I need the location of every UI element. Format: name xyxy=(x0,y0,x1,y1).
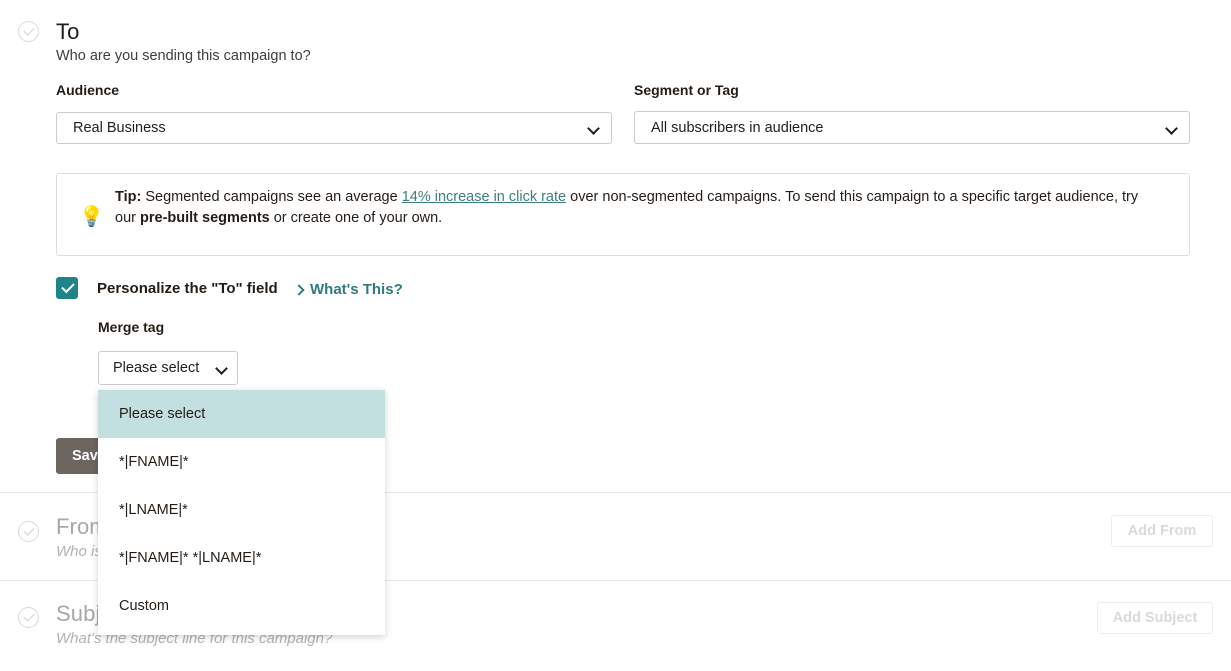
merge-tag-select-value: Please select xyxy=(113,360,200,376)
chevron-right-icon xyxy=(295,286,303,294)
dropdown-option[interactable]: Custom xyxy=(98,582,385,630)
segment-select-value: All subscribers in audience xyxy=(651,119,824,136)
section-subtitle-to: Who are you sending this campaign to? xyxy=(56,48,311,64)
dropdown-option[interactable]: *|LNAME|* xyxy=(98,486,385,534)
audience-label: Audience xyxy=(56,82,120,98)
add-subject-button[interactable]: Add Subject xyxy=(1097,602,1213,634)
lightbulb-icon: 💡 xyxy=(79,206,104,228)
tip-bold-segments: pre-built segments xyxy=(140,210,270,226)
personalize-checkbox[interactable] xyxy=(56,277,78,299)
dropdown-option[interactable]: Please select xyxy=(98,390,385,438)
merge-tag-dropdown: Please select *|FNAME|* *|LNAME|* *|FNAM… xyxy=(98,390,385,635)
dropdown-option[interactable]: *|FNAME|* xyxy=(98,438,385,486)
audience-select-value: Real Business xyxy=(73,120,166,136)
chevron-down-icon xyxy=(217,363,227,373)
audience-select[interactable]: Real Business xyxy=(56,112,612,144)
merge-tag-label: Merge tag xyxy=(98,319,165,335)
whats-this-label: What's This? xyxy=(310,281,403,298)
personalize-label: Personalize the "To" field xyxy=(97,280,278,297)
whats-this-link[interactable]: What's This? xyxy=(295,281,403,298)
section-title-to: To xyxy=(56,19,80,44)
add-from-button[interactable]: Add From xyxy=(1111,515,1213,547)
campaign-setup-page: To Who are you sending this campaign to?… xyxy=(0,0,1231,671)
segment-select[interactable]: All subscribers in audience xyxy=(634,111,1190,144)
dropdown-option[interactable]: *|FNAME|* *|LNAME|* xyxy=(98,534,385,582)
check-circle-icon xyxy=(18,521,39,542)
chevron-down-icon xyxy=(1167,123,1177,133)
tip-link[interactable]: 14% increase in click rate xyxy=(402,189,566,205)
tip-prefix: Tip: xyxy=(115,189,142,205)
tip-text: Tip: Segmented campaigns see an average … xyxy=(115,187,1145,229)
check-circle-icon xyxy=(18,21,39,42)
segment-label: Segment or Tag xyxy=(634,82,739,98)
chevron-down-icon xyxy=(589,123,599,133)
check-circle-icon xyxy=(18,607,39,628)
tip-text-before-link: Segmented campaigns see an average xyxy=(141,189,402,205)
merge-tag-select[interactable]: Please select xyxy=(98,351,238,385)
tip-text-end: or create one of your own. xyxy=(269,210,443,226)
tip-banner: 💡 Tip: Segmented campaigns see an averag… xyxy=(56,173,1190,256)
